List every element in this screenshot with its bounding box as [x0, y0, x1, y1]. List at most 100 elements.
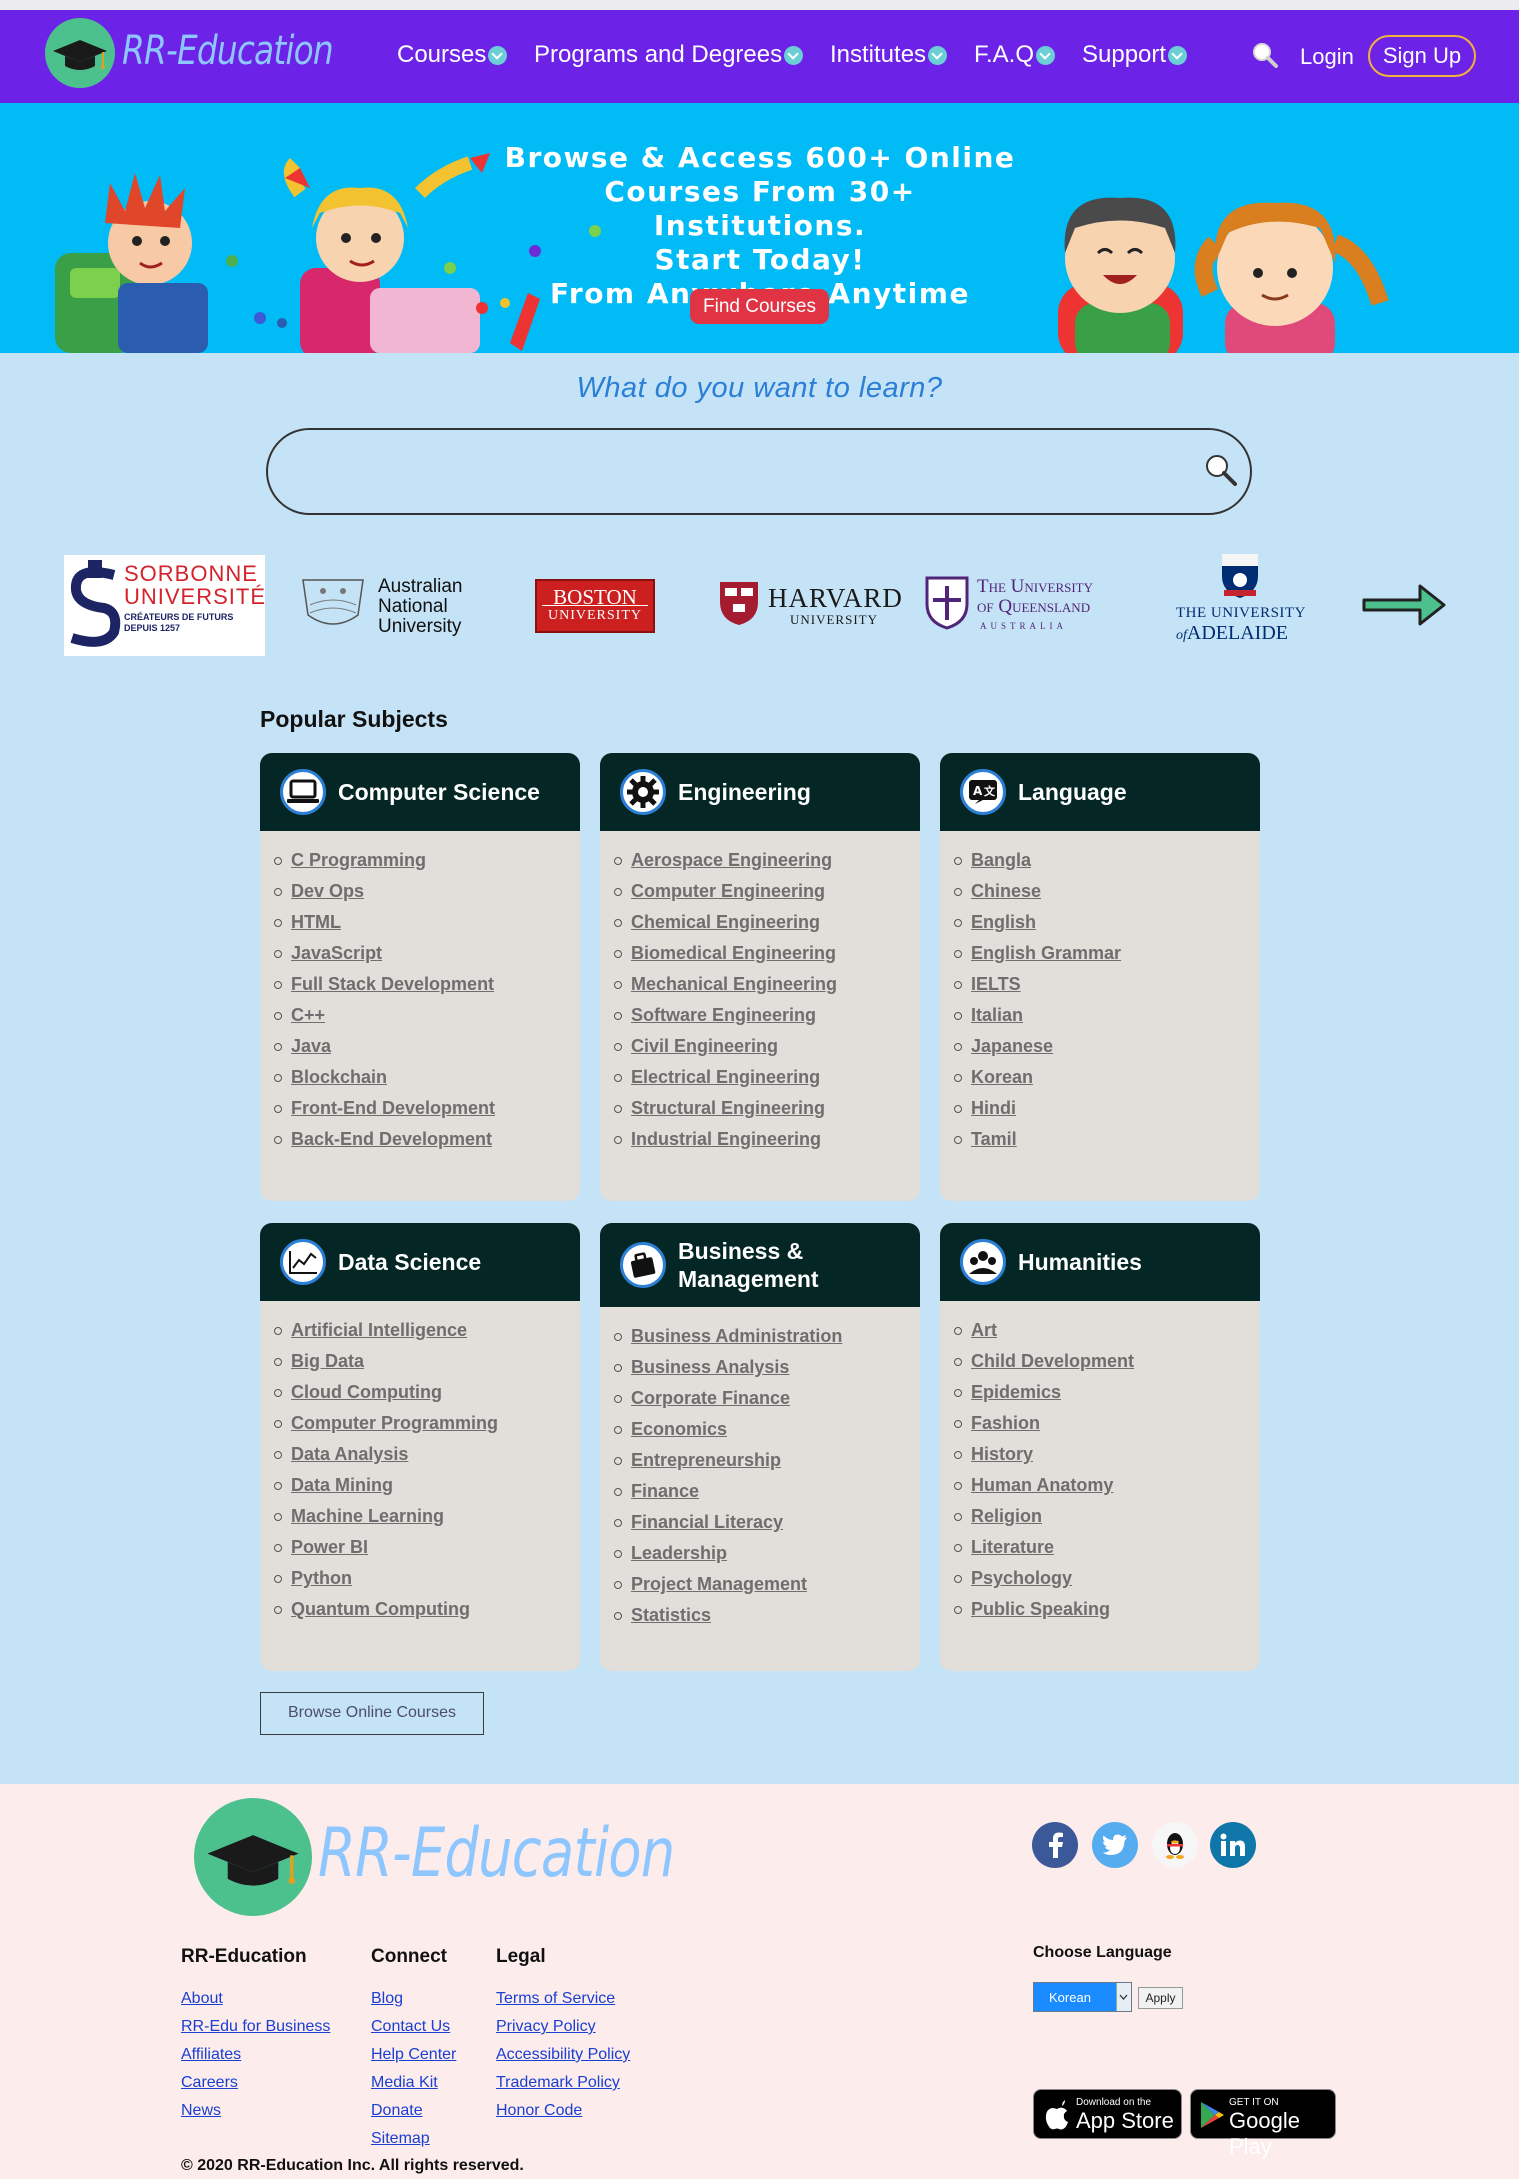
- subject-link[interactable]: Financial Literacy: [631, 1512, 783, 1533]
- subject-link[interactable]: Blockchain: [291, 1067, 387, 1088]
- subject-link[interactable]: Hindi: [971, 1098, 1016, 1119]
- subject-link[interactable]: C Programming: [291, 850, 426, 871]
- footer-link-help[interactable]: Help Center: [371, 2046, 456, 2064]
- subject-link[interactable]: History: [971, 1444, 1033, 1465]
- footer-link-honor[interactable]: Honor Code: [496, 2102, 582, 2120]
- subject-link[interactable]: Machine Learning: [291, 1506, 444, 1527]
- subject-link[interactable]: Religion: [971, 1506, 1042, 1527]
- subject-link[interactable]: Business Analysis: [631, 1357, 789, 1378]
- footer-link-sitemap[interactable]: Sitemap: [371, 2130, 430, 2148]
- adelaide-logo[interactable]: THE UNIVERSITY ofADELAIDE: [1170, 552, 1310, 652]
- subject-link[interactable]: Aerospace Engineering: [631, 850, 832, 871]
- footer-link-news[interactable]: News: [181, 2102, 221, 2120]
- subject-link[interactable]: Epidemics: [971, 1382, 1061, 1403]
- card-header[interactable]: Business & Management: [600, 1223, 920, 1307]
- footer-link-careers[interactable]: Careers: [181, 2074, 238, 2092]
- subject-link[interactable]: Public Speaking: [971, 1599, 1110, 1620]
- subject-link[interactable]: Bangla: [971, 850, 1031, 871]
- footer-link-affiliates[interactable]: Affiliates: [181, 2046, 241, 2064]
- anu-logo[interactable]: Australian National University: [298, 575, 468, 645]
- find-courses-button[interactable]: Find Courses: [690, 289, 829, 324]
- subject-link[interactable]: Korean: [971, 1067, 1033, 1088]
- footer-link-terms[interactable]: Terms of Service: [496, 1990, 615, 2008]
- qq-penguin-icon[interactable]: [1152, 1822, 1198, 1868]
- subject-link[interactable]: Back-End Development: [291, 1129, 492, 1150]
- subject-link[interactable]: Structural Engineering: [631, 1098, 825, 1119]
- logo-text[interactable]: RR-Education: [122, 28, 334, 74]
- subject-link[interactable]: Project Management: [631, 1574, 807, 1595]
- subject-link[interactable]: Art: [971, 1320, 997, 1341]
- signup-button[interactable]: Sign Up: [1368, 35, 1476, 77]
- search-icon[interactable]: [1203, 452, 1239, 488]
- nav-courses[interactable]: Courses: [397, 41, 508, 69]
- subject-link[interactable]: Civil Engineering: [631, 1036, 778, 1057]
- subject-link[interactable]: Quantum Computing: [291, 1599, 470, 1620]
- subject-link[interactable]: Chinese: [971, 881, 1041, 902]
- nav-institutes[interactable]: Institutes: [830, 41, 948, 69]
- footer-link-contact[interactable]: Contact Us: [371, 2018, 450, 2036]
- apply-language-button[interactable]: Apply: [1138, 1987, 1183, 2009]
- subject-link[interactable]: Computer Engineering: [631, 881, 825, 902]
- subject-link[interactable]: Software Engineering: [631, 1005, 816, 1026]
- boston-university-logo[interactable]: BOSTON UNIVERSITY: [535, 579, 655, 633]
- subject-link[interactable]: Italian: [971, 1005, 1023, 1026]
- linkedin-icon[interactable]: [1210, 1822, 1256, 1868]
- subject-link[interactable]: Python: [291, 1568, 352, 1589]
- footer-link-trademark[interactable]: Trademark Policy: [496, 2074, 620, 2092]
- subject-link[interactable]: Child Development: [971, 1351, 1134, 1372]
- subject-link[interactable]: Full Stack Development: [291, 974, 494, 995]
- subject-link[interactable]: Mechanical Engineering: [631, 974, 837, 995]
- subject-link[interactable]: Data Mining: [291, 1475, 393, 1496]
- subject-link[interactable]: Chemical Engineering: [631, 912, 820, 933]
- logo-graduation-cap-icon[interactable]: [45, 18, 115, 88]
- subject-link[interactable]: Electrical Engineering: [631, 1067, 820, 1088]
- subject-link[interactable]: English Grammar: [971, 943, 1121, 964]
- search-icon[interactable]: [1250, 40, 1280, 70]
- harvard-logo[interactable]: HARVARD UNIVERSITY: [718, 580, 903, 630]
- subject-link[interactable]: Front-End Development: [291, 1098, 495, 1119]
- subject-link[interactable]: Data Analysis: [291, 1444, 408, 1465]
- subject-link[interactable]: Dev Ops: [291, 881, 364, 902]
- card-header[interactable]: Engineering: [600, 753, 920, 831]
- login-link[interactable]: Login: [1300, 44, 1354, 70]
- twitter-icon[interactable]: [1092, 1822, 1138, 1868]
- subject-link[interactable]: Computer Programming: [291, 1413, 498, 1434]
- footer-link-blog[interactable]: Blog: [371, 1990, 403, 2008]
- subject-link[interactable]: JavaScript: [291, 943, 382, 964]
- nav-programs[interactable]: Programs and Degrees: [534, 41, 804, 69]
- sorbonne-logo[interactable]: SORBONNE UNIVERSITÉ CRÉATEURS DE FUTURS …: [64, 555, 265, 656]
- language-select[interactable]: Korean: [1033, 1982, 1132, 2012]
- subject-link[interactable]: Cloud Computing: [291, 1382, 442, 1403]
- browse-online-courses-button[interactable]: Browse Online Courses: [260, 1692, 484, 1735]
- subject-link[interactable]: C++: [291, 1005, 325, 1026]
- subject-link[interactable]: Literature: [971, 1537, 1054, 1558]
- footer-link-privacy[interactable]: Privacy Policy: [496, 2018, 596, 2036]
- course-search-input[interactable]: [266, 428, 1252, 515]
- subject-link[interactable]: Tamil: [971, 1129, 1017, 1150]
- subject-link[interactable]: IELTS: [971, 974, 1021, 995]
- subject-link[interactable]: Business Administration: [631, 1326, 842, 1347]
- google-play-badge[interactable]: GET IT ON Google Play: [1190, 2089, 1336, 2159]
- subject-link[interactable]: Economics: [631, 1419, 727, 1440]
- card-header[interactable]: Computer Science: [260, 753, 580, 831]
- subject-link[interactable]: HTML: [291, 912, 341, 933]
- card-header[interactable]: A文 Language: [940, 753, 1260, 831]
- nav-faq[interactable]: F.A.Q: [974, 41, 1056, 69]
- footer-link-about[interactable]: About: [181, 1990, 223, 2008]
- footer-link-media[interactable]: Media Kit: [371, 2074, 438, 2092]
- subject-link[interactable]: Leadership: [631, 1543, 727, 1564]
- next-arrow-icon[interactable]: [1360, 578, 1448, 633]
- subject-link[interactable]: Biomedical Engineering: [631, 943, 836, 964]
- subject-link[interactable]: Power BI: [291, 1537, 368, 1558]
- card-header[interactable]: Humanities: [940, 1223, 1260, 1301]
- subject-link[interactable]: Artificial Intelligence: [291, 1320, 467, 1341]
- subject-link[interactable]: Psychology: [971, 1568, 1072, 1589]
- subject-link[interactable]: Corporate Finance: [631, 1388, 790, 1409]
- subject-link[interactable]: Entrepreneurship: [631, 1450, 781, 1471]
- nav-support[interactable]: Support: [1082, 41, 1188, 69]
- subject-link[interactable]: Statistics: [631, 1605, 711, 1626]
- app-store-badge[interactable]: Download on the App Store: [1033, 2089, 1182, 2139]
- footer-logo-text[interactable]: RR-Education: [318, 1814, 675, 1893]
- subject-link[interactable]: Industrial Engineering: [631, 1129, 821, 1150]
- uq-logo[interactable]: The University of Queensland AUSTRALIA: [925, 574, 1130, 634]
